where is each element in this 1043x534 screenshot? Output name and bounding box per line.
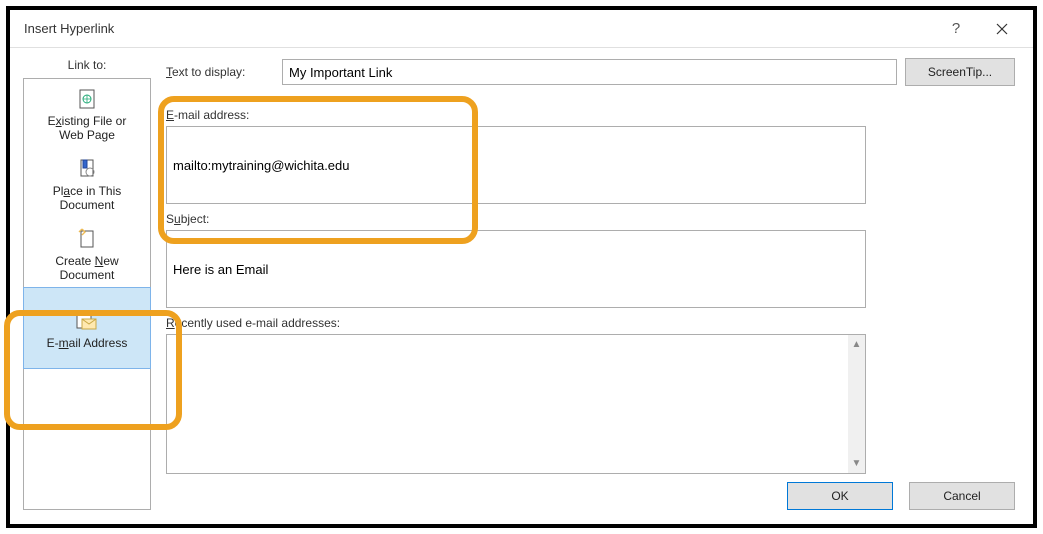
subject-label: Subject: <box>166 212 1015 226</box>
dialog-title: Insert Hyperlink <box>24 21 933 36</box>
link-to-label: Link to: <box>68 58 107 72</box>
linkto-email-address[interactable]: E-mail Address <box>23 287 151 369</box>
close-button[interactable] <box>979 14 1025 44</box>
link-to-panel: Link to: Existing File orWeb Page Place … <box>18 58 156 510</box>
linkto-item-label: Place in ThisDocument <box>53 184 122 213</box>
recent-addresses-list[interactable]: ▲ ▼ <box>166 334 866 474</box>
email-address-input[interactable] <box>166 126 866 204</box>
linkto-existing-file[interactable]: Existing File orWeb Page <box>24 79 150 149</box>
screentip-button[interactable]: ScreenTip... <box>905 58 1015 86</box>
linkto-item-label: Create NewDocument <box>55 254 118 283</box>
dialog-footer: OK Cancel <box>166 474 1015 510</box>
new-doc-icon <box>71 227 103 251</box>
scroll-up-icon: ▲ <box>852 339 862 350</box>
globe-page-icon <box>71 87 103 111</box>
subject-input[interactable] <box>166 230 866 308</box>
titlebar: Insert Hyperlink ? <box>10 10 1033 48</box>
link-to-list: Existing File orWeb Page Place in ThisDo… <box>23 78 151 510</box>
text-to-display-label: Text to display: <box>166 65 274 79</box>
main-panel: Text to display: ScreenTip... E-mail add… <box>166 58 1015 510</box>
bookmark-page-icon <box>71 157 103 181</box>
linkto-item-label: Existing File orWeb Page <box>48 114 127 143</box>
email-address-label: E-mail address: <box>166 108 1015 122</box>
dialog-insert-hyperlink: Insert Hyperlink ? Link to: Existing Fil… <box>6 6 1037 528</box>
linkto-item-label: E-mail Address <box>47 336 128 350</box>
email-icon <box>71 309 103 333</box>
text-to-display-input[interactable] <box>282 59 897 85</box>
close-icon <box>996 23 1008 35</box>
scroll-down-icon: ▼ <box>852 458 862 469</box>
linkto-place-in-doc[interactable]: Place in ThisDocument <box>24 149 150 219</box>
ok-button[interactable]: OK <box>787 482 893 510</box>
scrollbar[interactable]: ▲ ▼ <box>848 335 865 473</box>
help-button[interactable]: ? <box>933 14 979 44</box>
help-icon: ? <box>952 20 960 37</box>
recent-label: Recently used e-mail addresses: <box>166 316 1015 330</box>
cancel-button[interactable]: Cancel <box>909 482 1015 510</box>
linkto-create-new[interactable]: Create NewDocument <box>24 219 150 289</box>
